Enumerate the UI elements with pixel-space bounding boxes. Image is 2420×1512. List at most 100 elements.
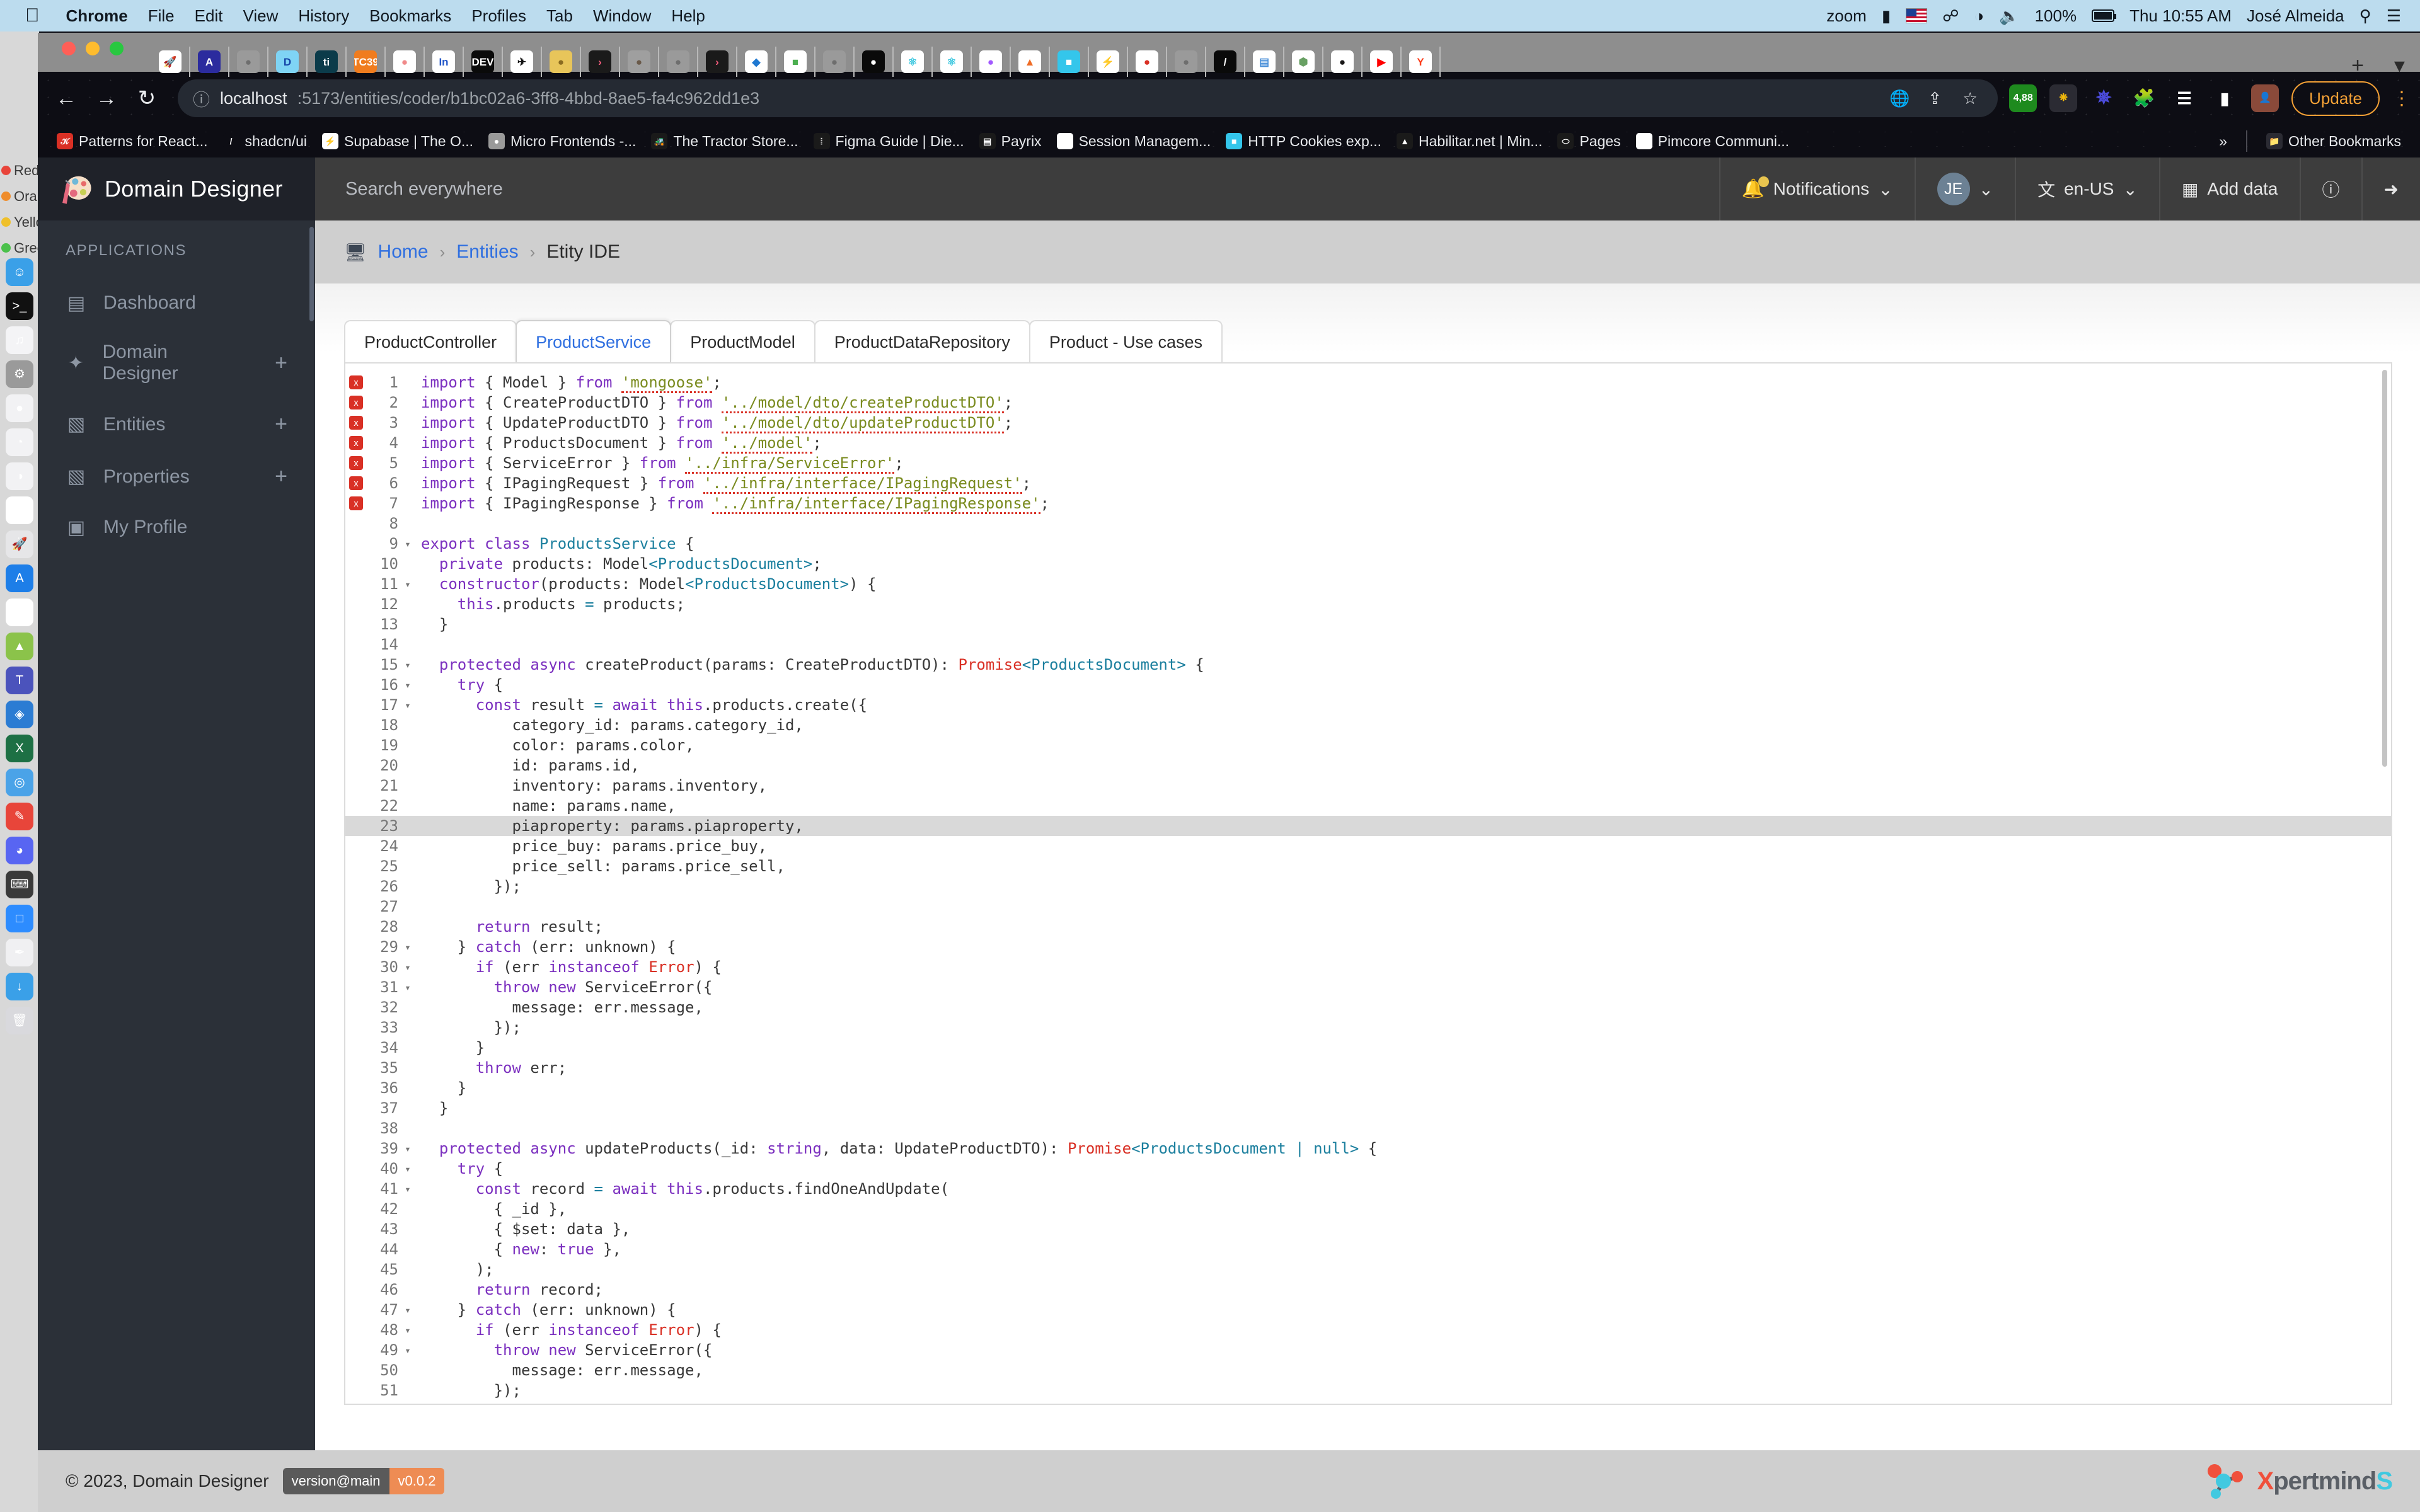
- back-button[interactable]: ←: [52, 86, 81, 111]
- editor-tab-productcontroller[interactable]: ProductController: [344, 320, 517, 362]
- code-line[interactable]: x 3 import { UpdateProductDTO } from '../m…: [345, 413, 2391, 433]
- code-line[interactable]: 37 }: [345, 1098, 2391, 1118]
- code-line[interactable]: 35 throw err;: [345, 1058, 2391, 1078]
- control-center-icon[interactable]: ☰: [2379, 6, 2409, 26]
- code-line[interactable]: x 6 import { IPagingRequest } from '../inf…: [345, 473, 2391, 494]
- code-line[interactable]: 38: [345, 1118, 2391, 1138]
- fold-toggle-icon[interactable]: ▾: [401, 1324, 415, 1336]
- code-line[interactable]: 13 }: [345, 614, 2391, 634]
- editor-tab-product-use-cases[interactable]: Product - Use cases: [1028, 320, 1223, 362]
- chrome-dock-icon[interactable]: ●: [6, 394, 33, 422]
- bookmark-item[interactable]: 🚜 The Tractor Store...: [643, 130, 805, 152]
- browser-tab[interactable]: ●: [1323, 47, 1363, 77]
- downloads-dock-icon[interactable]: ↓: [6, 973, 33, 1000]
- bookmark-item[interactable]: ✈ Session Managem...: [1049, 130, 1219, 152]
- editor-tab-productservice[interactable]: ProductService: [516, 320, 672, 362]
- code-line[interactable]: 26 });: [345, 876, 2391, 896]
- code-line[interactable]: 43 { $set: data },: [345, 1219, 2391, 1239]
- menu-help[interactable]: Help: [661, 6, 715, 26]
- error-marker-gutter[interactable]: x: [345, 476, 367, 490]
- browser-tab[interactable]: ●: [972, 47, 1011, 77]
- battery-percent-label[interactable]: 100%: [2027, 6, 2085, 26]
- error-marker-gutter[interactable]: x: [345, 416, 367, 430]
- browser-tab[interactable]: ■: [776, 47, 815, 77]
- fold-toggle-icon[interactable]: ▾: [401, 961, 415, 973]
- menu-history[interactable]: History: [288, 6, 359, 26]
- browser-tab[interactable]: ●: [1167, 47, 1206, 77]
- browser-tab[interactable]: ●: [386, 47, 425, 77]
- excel-dock-icon[interactable]: X: [6, 735, 33, 762]
- forward-button[interactable]: →: [92, 86, 121, 111]
- code-line[interactable]: 33 });: [345, 1017, 2391, 1038]
- battery-icon[interactable]: [2084, 9, 2122, 22]
- puzzle-extensions-icon[interactable]: 🧩: [2130, 84, 2158, 112]
- desktop-color-label[interactable]: Red: [0, 158, 39, 183]
- search-everywhere-input[interactable]: Search everywhere: [315, 158, 1719, 220]
- code-line[interactable]: 47 ▾ } catch (err: unknown) {: [345, 1300, 2391, 1320]
- sparkle-extension-icon[interactable]: ✵: [2090, 84, 2118, 112]
- add-icon[interactable]: +: [275, 351, 287, 375]
- maximize-window-button[interactable]: [110, 42, 124, 55]
- code-line[interactable]: 27: [345, 896, 2391, 917]
- price-extension-icon[interactable]: 4,88: [2009, 84, 2037, 112]
- code-line[interactable]: 12 this.products = products;: [345, 594, 2391, 614]
- code-line[interactable]: 22 name: params.name,: [345, 796, 2391, 816]
- code-line[interactable]: 48 ▾ if (err instanceof Error) {: [345, 1320, 2391, 1340]
- code-line[interactable]: 36 }: [345, 1078, 2391, 1098]
- device-cast-icon[interactable]: ▮: [2211, 84, 2238, 112]
- teams-dock-icon[interactable]: T: [6, 667, 33, 694]
- fold-toggle-icon[interactable]: ▾: [401, 982, 415, 994]
- code-line[interactable]: 41 ▾ const record = await this.products.f…: [345, 1179, 2391, 1199]
- browser-tab[interactable]: ●: [815, 47, 855, 77]
- clock-label[interactable]: Thu 10:55 AM: [2122, 6, 2239, 26]
- code-line[interactable]: 10 private products: Model<ProductsDocum…: [345, 554, 2391, 574]
- code-line[interactable]: x 2 import { CreateProductDTO } from '../m…: [345, 392, 2391, 413]
- code-line[interactable]: 23 piaproperty: params.piaproperty,: [345, 816, 2391, 836]
- browser-tab[interactable]: ✈: [503, 47, 542, 77]
- update-button[interactable]: Update: [2291, 81, 2380, 116]
- browser-tab[interactable]: ▤: [1245, 47, 1284, 77]
- fold-toggle-icon[interactable]: ▾: [401, 941, 415, 953]
- bluetooth-icon[interactable]: ☍: [1935, 6, 1966, 26]
- code-lines[interactable]: x 1 import { Model } from 'mongoose'; x 2 imp…: [345, 364, 2391, 1400]
- browser-tab[interactable]: Y: [1402, 47, 1441, 77]
- menu-view[interactable]: View: [233, 6, 288, 26]
- code-line[interactable]: 28 return result;: [345, 917, 2391, 937]
- bookmark-item[interactable]: ⬭ Pages: [1550, 130, 1628, 152]
- fold-toggle-icon[interactable]: ▾: [401, 538, 415, 550]
- code-line[interactable]: x 5 import { ServiceError } from '../infra…: [345, 453, 2391, 474]
- maps-dock-icon[interactable]: ◎: [6, 769, 33, 796]
- error-marker-gutter[interactable]: x: [345, 456, 367, 470]
- add-data-button[interactable]: ▦ Add data: [2158, 158, 2300, 220]
- error-marker-gutter[interactable]: x: [345, 375, 367, 389]
- code-line[interactable]: 19 color: params.color,: [345, 735, 2391, 755]
- code-line[interactable]: 32 message: err.message,: [345, 997, 2391, 1017]
- tab-search-icon[interactable]: ▾: [2379, 53, 2420, 78]
- code-line[interactable]: x 4 import { ProductsDocument } from '../m…: [345, 433, 2391, 454]
- browser-dock-icon[interactable]: ◑: [6, 462, 33, 490]
- code-line[interactable]: x 1 import { Model } from 'mongoose';: [345, 372, 2391, 393]
- error-marker-icon[interactable]: x: [349, 375, 363, 389]
- terminal-dock-icon[interactable]: >_: [6, 292, 33, 320]
- menu-window[interactable]: Window: [583, 6, 661, 26]
- app-brand[interactable]: Domain Designer: [38, 158, 315, 220]
- code-line[interactable]: 20 id: params.id,: [345, 755, 2391, 776]
- keyboard-dock-icon[interactable]: ⌨: [6, 871, 33, 898]
- browser-tab[interactable]: ⬢: [1284, 47, 1323, 77]
- bookmark-item[interactable]: ⚡ Supabase | The O...: [314, 130, 481, 152]
- sidebar-item-domain-designer[interactable]: ✦ Domain Designer +: [38, 328, 315, 398]
- desktop-color-label[interactable]: Yello: [0, 209, 43, 235]
- bookmark-item[interactable]: ⦙ Figma Guide | Die...: [806, 130, 972, 152]
- macos-menu-bar[interactable]:  Chrome File Edit View History Bookmark…: [0, 0, 2420, 32]
- toolbar-extensions[interactable]: 4,88 ❋ ✵ 🧩 ☰ ▮ 👤 Update ⋮: [2009, 81, 2411, 116]
- browser-tab[interactable]: ⚛: [933, 47, 972, 77]
- code-line[interactable]: 45 );: [345, 1259, 2391, 1280]
- error-marker-icon[interactable]: x: [349, 456, 363, 470]
- fold-toggle-icon[interactable]: ▾: [401, 578, 415, 590]
- fold-toggle-icon[interactable]: ▾: [401, 1163, 415, 1175]
- calendar-dock-icon[interactable]: 24: [6, 496, 33, 524]
- browser-tabs[interactable]: 🚀 A ● Dti TC39 ● In DEV ✈ ● › ● ● › ◆ ■ ● ● ⚛ ⚛ ● ▲ ■ ⚡ ● ● / ▤ ⬢ ● ▶ Y: [151, 42, 1441, 77]
- trash-dock-icon[interactable]: 🗑: [6, 1007, 33, 1034]
- profile-avatar-icon[interactable]: 👤: [2251, 84, 2279, 112]
- code-line[interactable]: 29 ▾ } catch (err: unknown) {: [345, 937, 2391, 957]
